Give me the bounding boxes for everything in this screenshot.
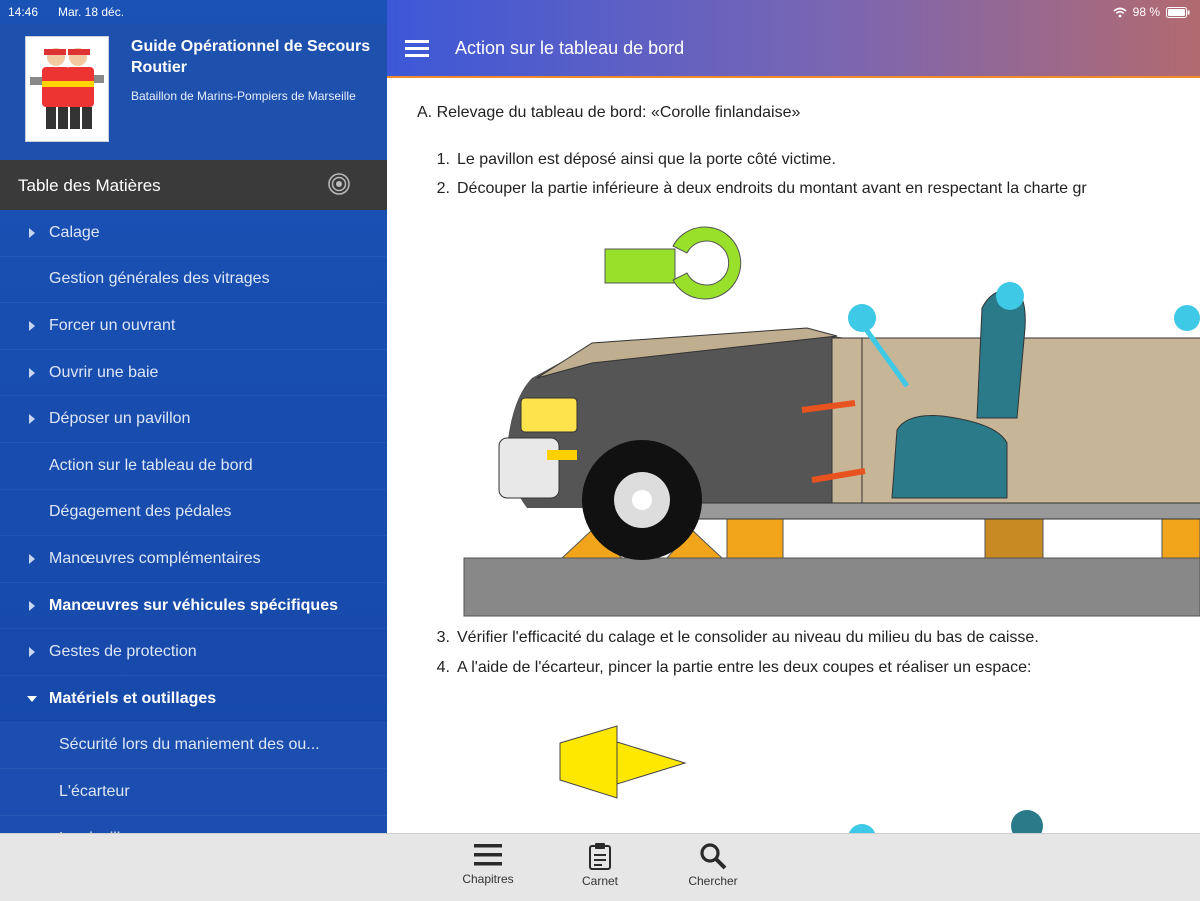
toc-header: Table des Matières bbox=[0, 160, 387, 210]
menu-icon[interactable] bbox=[405, 40, 429, 58]
toc-item[interactable]: Ouvrir une baie bbox=[0, 350, 387, 397]
toc-item[interactable]: L'écarteur bbox=[0, 769, 387, 816]
toc-item[interactable]: Matériels et outillages bbox=[0, 676, 387, 723]
section-heading: A. Relevage du tableau de bord: «Corolle… bbox=[417, 104, 801, 121]
toc-title: Table des Matières bbox=[18, 176, 161, 195]
app-logo bbox=[25, 36, 109, 142]
list-icon bbox=[474, 844, 502, 866]
toc-item-label: Manœuvres complémentaires bbox=[49, 549, 261, 567]
toc-item[interactable]: Calage bbox=[0, 210, 387, 257]
toc-item-label: Gestes de protection bbox=[49, 643, 197, 661]
wifi-icon bbox=[1113, 7, 1127, 17]
search-icon bbox=[700, 843, 727, 870]
step-text: A l'aide de l'écarteur, pincer la partie… bbox=[457, 659, 1032, 676]
caret-right-icon bbox=[29, 553, 35, 564]
toc-item[interactable]: Sécurité lors du maniement des ou... bbox=[0, 722, 387, 770]
toc-item-label: Matériels et outillages bbox=[49, 689, 217, 707]
spreader-tool-icon bbox=[559, 725, 687, 799]
app-subtitle: Bataillon de Marins-Pompiers de Marseill… bbox=[131, 89, 356, 103]
tab-chercher[interactable]: Chercher bbox=[673, 842, 753, 888]
status-bar: 14:46 Mar. 18 déc. 98 % bbox=[0, 0, 1200, 24]
toc-item[interactable]: Dégagement des pédales bbox=[0, 490, 387, 537]
toc-item-label: Forcer un ouvrant bbox=[49, 316, 176, 334]
caret-right-icon bbox=[29, 320, 35, 331]
status-time: 14:46 bbox=[8, 5, 39, 19]
battery-percent: 98 % bbox=[1132, 5, 1160, 19]
toc-item-label: Action sur le tableau de bord bbox=[49, 456, 253, 474]
caret-right-icon bbox=[29, 600, 35, 611]
step-number: 1. bbox=[436, 151, 450, 168]
toc-item[interactable]: Forcer un ouvrant bbox=[0, 303, 387, 350]
toc-item[interactable]: La cisaille bbox=[0, 815, 387, 833]
tab-label: Chercher bbox=[688, 874, 738, 888]
step-number: 3. bbox=[436, 629, 450, 646]
caret-right-icon bbox=[29, 647, 35, 658]
dashboard-lift-illustration bbox=[463, 226, 1200, 617]
caret-right-icon bbox=[29, 367, 35, 378]
toc-item-label: Manœuvres sur véhicules spécifiques bbox=[49, 596, 338, 614]
step-text: Vérifier l'efficacité du calage et le co… bbox=[457, 629, 1039, 646]
tab-chapitres[interactable]: Chapitres bbox=[448, 842, 528, 886]
clipboard-icon bbox=[589, 843, 611, 870]
app-title: Guide Opérationnel de Secours Routier bbox=[131, 38, 371, 76]
bottom-tab-bar: Chapitres Carnet Chercher bbox=[0, 833, 1200, 901]
toc-item-label: Calage bbox=[49, 223, 100, 241]
toc-item-label: Ouvrir une baie bbox=[49, 363, 159, 381]
step-number: 4. bbox=[436, 659, 450, 676]
spreader-illustration bbox=[559, 725, 1043, 833]
tab-carnet[interactable]: Carnet bbox=[560, 842, 640, 888]
caret-right-icon bbox=[29, 414, 35, 425]
toc-item-label: Sécurité lors du maniement des ou... bbox=[59, 736, 320, 754]
caret-down-icon bbox=[27, 695, 37, 702]
status-right: 98 % bbox=[1113, 5, 1190, 19]
step-number: 2. bbox=[436, 180, 450, 197]
toc-item-label: Gestion générales des vitrages bbox=[49, 270, 270, 288]
toc-item[interactable]: Déposer un pavillon bbox=[0, 396, 387, 443]
page-title: Action sur le tableau de bord bbox=[455, 38, 685, 58]
battery-icon bbox=[1166, 6, 1190, 18]
toc-item[interactable]: Gestes de protection bbox=[0, 629, 387, 676]
toc-item[interactable]: Gestion générales des vitrages bbox=[0, 257, 387, 304]
tab-label: Chapitres bbox=[462, 872, 514, 886]
cutter-tool-icon bbox=[604, 226, 742, 300]
toc-item-label: Dégagement des pédales bbox=[49, 503, 232, 521]
step-text: Le pavillon est déposé ainsi que la port… bbox=[457, 151, 836, 168]
toc-item-label: L'écarteur bbox=[59, 782, 130, 800]
sidebar: Guide Opérationnel de Secours Routier Ba… bbox=[0, 0, 387, 833]
tab-label: Carnet bbox=[581, 874, 619, 888]
status-date: Mar. 18 déc. bbox=[58, 5, 125, 19]
step-text: Découper la partie inférieure à deux end… bbox=[457, 180, 1087, 197]
target-icon[interactable] bbox=[328, 173, 350, 195]
sidebar-header: Guide Opérationnel de Secours Routier Ba… bbox=[0, 24, 387, 160]
article-content: A. Relevage du tableau de bord: «Corolle… bbox=[387, 78, 1200, 833]
toc-item[interactable]: Manœuvres sur véhicules spécifiques bbox=[0, 583, 387, 630]
caret-right-icon bbox=[29, 227, 35, 238]
toc-item[interactable]: Manœuvres complémentaires bbox=[0, 536, 387, 583]
toc-list: Calage Gestion générales des vitrages Forc… bbox=[0, 210, 387, 833]
toc-item[interactable]: Action sur le tableau de bord bbox=[0, 443, 387, 490]
toc-item-label: Déposer un pavillon bbox=[49, 410, 191, 428]
